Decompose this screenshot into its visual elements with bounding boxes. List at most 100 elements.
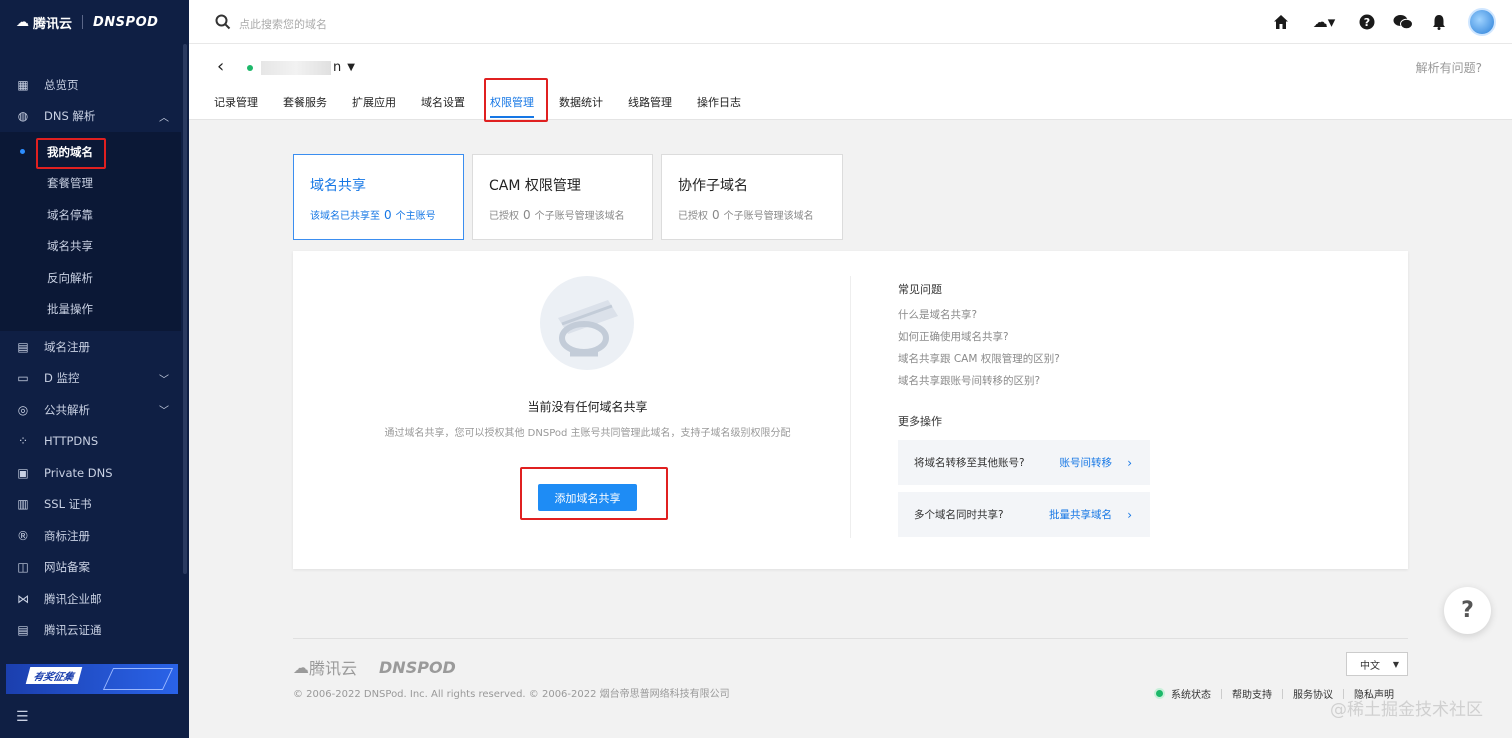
sidebar-subitem-label: 域名共享: [47, 239, 93, 254]
sidebar-item-trademark[interactable]: ® 商标注册: [0, 520, 181, 552]
promo-banner[interactable]: 有奖征集: [6, 664, 178, 694]
domain-selector[interactable]: n ▼: [247, 60, 355, 75]
sidebar-item-label: DNS 解析: [44, 109, 96, 124]
faq-link[interactable]: 域名共享跟账号间转移的区别?: [898, 373, 1060, 395]
tab-lines[interactable]: 线路管理: [628, 94, 672, 118]
sidebar-item-label: 腾讯云证通: [44, 623, 102, 638]
sidebar-item-mail[interactable]: ⋈ 腾讯企业邮: [0, 583, 181, 615]
sidebar-item-label: 公共解析: [44, 402, 90, 417]
sidebar-item-label: HTTPDNS: [44, 434, 99, 449]
bell-icon[interactable]: [1428, 11, 1450, 33]
domain-header: ‹ n ▼ 解析有问题? 记录管理 套餐服务 扩展应用 域名设置 权限管理 数据…: [189, 44, 1512, 120]
filing-icon: ◫: [17, 560, 29, 575]
sidebar-item-overview[interactable]: ▦ 总览页: [0, 69, 181, 101]
sidebar-subitem-parking[interactable]: 域名停靠: [0, 199, 181, 231]
active-dot: [20, 149, 25, 155]
help-icon[interactable]: ?: [1356, 11, 1378, 33]
sidebar-scrollbar[interactable]: [183, 44, 187, 574]
faq-title: 常见问题: [898, 283, 942, 296]
search-box[interactable]: 点此搜索您的域名: [215, 14, 327, 33]
globe2-icon: ◎: [17, 402, 29, 417]
faq-link[interactable]: 如何正确使用域名共享?: [898, 329, 1060, 351]
tab-logs[interactable]: 操作日志: [697, 94, 741, 118]
card-sub-prefix: 已授权: [489, 211, 519, 222]
card-title: 协作子域名: [678, 178, 748, 194]
footer-link-terms[interactable]: 服务协议: [1293, 686, 1333, 701]
sidebar-subitem-reverse[interactable]: 反向解析: [0, 262, 181, 294]
sidebar-subitem-plans[interactable]: 套餐管理: [0, 168, 181, 200]
tab-records[interactable]: 记录管理: [214, 94, 258, 118]
sidebar-item-registration[interactable]: ▤ 域名注册: [0, 331, 181, 363]
sidebar-item-filing[interactable]: ◫ 网站备案: [0, 552, 181, 584]
chevron-right-icon: ›: [1127, 455, 1132, 470]
sidebar-item-private-dns[interactable]: ▣ Private DNS: [0, 457, 181, 489]
card-collab-subdomain[interactable]: 协作子域名 已授权 0 个子账号管理该域名: [661, 154, 843, 240]
sidebar-item-label: 域名注册: [44, 339, 90, 354]
search-input[interactable]: 点此搜索您的域名: [239, 16, 327, 32]
card-domain-sharing[interactable]: 域名共享 该域名已共享至 0 个主账号: [293, 154, 464, 240]
help-link[interactable]: 解析有问题?: [1416, 59, 1482, 76]
back-arrow-icon[interactable]: ‹: [217, 56, 224, 77]
sidebar-item-label: 腾讯企业邮: [44, 591, 102, 606]
sidebar-subitem-label: 反向解析: [47, 270, 93, 285]
batch-share-link[interactable]: 批量共享域名: [1049, 507, 1112, 522]
sidebar-subitem-batch[interactable]: 批量操作: [0, 294, 181, 326]
sidebar-item-label: Private DNS: [44, 465, 113, 480]
lock-icon: ▣: [17, 465, 29, 480]
sidebar: ☁ 腾讯云 DNSPOD ▦ 总览页 ◍ DNS 解析 ︿ 我的域名 套餐管理 …: [0, 0, 189, 738]
logo[interactable]: ☁ 腾讯云 DNSPOD: [0, 0, 189, 44]
card-sub-prefix: 已授权: [678, 211, 708, 222]
home-icon[interactable]: [1270, 11, 1292, 33]
footer-brand-dnspod: DNSPOD: [379, 657, 456, 677]
card-title: 域名共享: [310, 178, 366, 194]
tab-statistics[interactable]: 数据统计: [559, 94, 603, 118]
status-dot: [247, 64, 253, 71]
footer-link-help[interactable]: 帮助支持: [1232, 686, 1272, 701]
sidebar-item-public-dns[interactable]: ◎ 公共解析 ﹀: [0, 394, 181, 426]
card-sub-suffix: 个子账号管理该域名: [534, 211, 625, 222]
card-cam-permissions[interactable]: CAM 权限管理 已授权 0 个子账号管理该域名: [472, 154, 653, 240]
card-sub-suffix: 个子账号管理该域名: [723, 211, 814, 222]
sidebar-item-monitor[interactable]: ▭ D 监控 ﹀: [0, 363, 181, 395]
tab-permissions[interactable]: 权限管理: [490, 94, 534, 118]
more-action-batch-share[interactable]: 多个域名同时共享? 批量共享域名 ›: [898, 492, 1150, 537]
tab-settings[interactable]: 域名设置: [421, 94, 465, 118]
caret-down-icon: ▼: [1392, 659, 1399, 669]
more-action-transfer[interactable]: 将域名转移至其他账号? 账号间转移 ›: [898, 440, 1150, 485]
card-count: 0: [523, 208, 531, 222]
sidebar-subitem-label: 套餐管理: [47, 176, 93, 191]
faq-link[interactable]: 域名共享跟 CAM 权限管理的区别?: [898, 351, 1060, 373]
idcard-icon: ▤: [17, 623, 29, 638]
status-dot: [1156, 690, 1163, 697]
wechat-icon[interactable]: [1392, 11, 1414, 33]
sidebar-subitem-sharing[interactable]: 域名共享: [0, 231, 181, 263]
sidebar-item-label: 网站备案: [44, 560, 90, 575]
sidebar-item-idcard[interactable]: ▤ 腾讯云证通: [0, 615, 181, 647]
avatar[interactable]: [1468, 8, 1496, 36]
sidebar-item-dns[interactable]: ◍ DNS 解析 ︿: [0, 101, 181, 133]
sidebar-subitem-my-domains[interactable]: 我的域名: [0, 136, 181, 168]
card-subtitle: 该域名已共享至 0 个主账号: [310, 207, 463, 222]
collapse-menu-icon[interactable]: ☰: [16, 709, 29, 725]
cloud-dropdown-icon[interactable]: ☁▾: [1306, 11, 1342, 33]
sharing-panel: 当前没有任何域名共享 通过域名共享，您可以授权其他 DNSPod 主账号共同管理…: [293, 251, 1408, 569]
footer-link-status[interactable]: 系统状态: [1171, 686, 1211, 701]
domain-suffix: n: [333, 60, 342, 75]
watermark: @稀土掘金技术社区: [1330, 700, 1483, 720]
sidebar-item-ssl[interactable]: ▥ SSL 证书: [0, 489, 181, 521]
sidebar-item-httpdns[interactable]: ⁘ HTTPDNS: [0, 426, 181, 458]
nodes-icon: ⁘: [17, 434, 29, 449]
tab-plan[interactable]: 套餐服务: [283, 94, 327, 118]
sidebar-item-label: SSL 证书: [44, 497, 92, 512]
tab-extensions[interactable]: 扩展应用: [352, 94, 396, 118]
floating-help-button[interactable]: ?: [1444, 587, 1491, 634]
add-domain-sharing-button[interactable]: 添加域名共享: [538, 484, 637, 511]
empty-state-title: 当前没有任何域名共享: [527, 400, 648, 414]
language-select[interactable]: 中文 ▼: [1346, 652, 1408, 676]
cloud-icon: ☁: [293, 657, 309, 677]
faq-link[interactable]: 什么是域名共享?: [898, 307, 1060, 329]
transfer-link[interactable]: 账号间转移: [1060, 455, 1113, 470]
promo-decoration: [102, 668, 174, 690]
brand-text: 腾讯云: [33, 16, 73, 32]
globe-icon: ◍: [17, 109, 29, 124]
